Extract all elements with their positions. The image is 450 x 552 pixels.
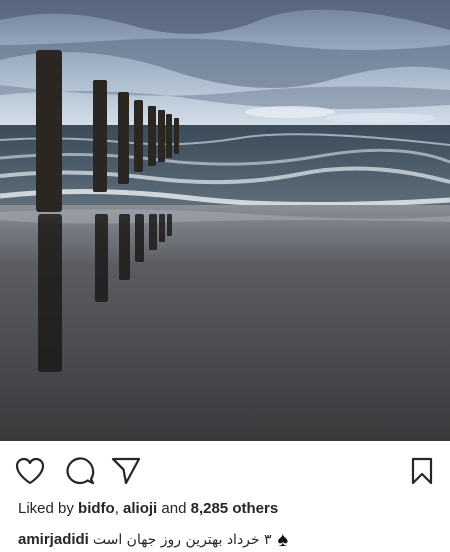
post-photo[interactable] bbox=[0, 0, 450, 441]
like-button[interactable] bbox=[14, 455, 46, 487]
post-caption: amirjadidi ۳ خرداد بهترین روز جهان است ♠ bbox=[18, 530, 438, 550]
comment-icon bbox=[66, 457, 95, 485]
comment-button[interactable] bbox=[64, 455, 96, 487]
post-action-bar bbox=[0, 441, 450, 497]
paper-plane-icon bbox=[111, 457, 141, 485]
heart-icon bbox=[15, 457, 45, 485]
caption-username[interactable]: amirjadidi bbox=[18, 530, 89, 550]
liker-link-1[interactable]: bidfo bbox=[78, 500, 115, 517]
spade-icon: ♠ bbox=[277, 529, 289, 551]
likes-summary: Liked by bidfo, alioji and 8,285 others bbox=[18, 499, 278, 519]
liker-link-2[interactable]: alioji bbox=[123, 500, 157, 517]
beach-pier-photo bbox=[0, 0, 450, 441]
likes-separator: , bbox=[114, 500, 119, 517]
caption-text: ۳ خرداد بهترین روز جهان است bbox=[92, 532, 272, 548]
likes-conjunction: and bbox=[161, 500, 187, 517]
share-button[interactable] bbox=[110, 455, 142, 487]
others-likes-link[interactable]: 8,285 others bbox=[191, 500, 279, 517]
bookmark-icon bbox=[411, 457, 433, 485]
save-button[interactable] bbox=[406, 455, 438, 487]
likes-prefix: Liked by bbox=[18, 500, 74, 517]
